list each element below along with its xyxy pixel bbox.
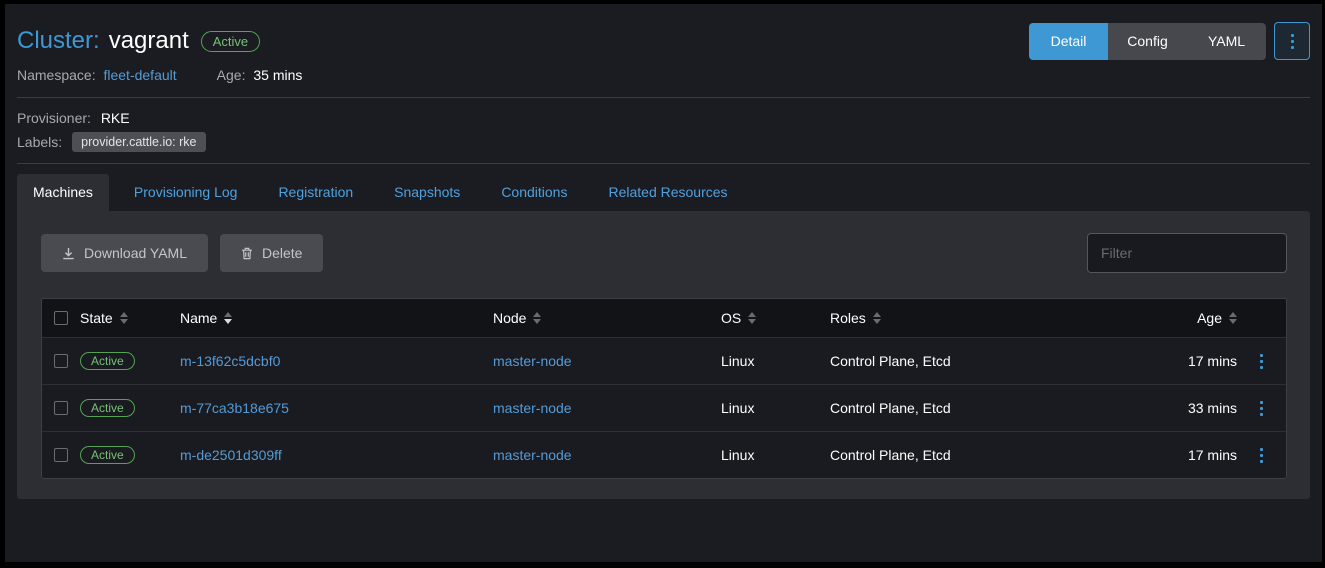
select-all-checkbox[interactable] — [54, 311, 68, 325]
page-title: Cluster: vagrant — [17, 27, 189, 55]
provisioner-row: Provisioner: RKE — [17, 110, 1310, 126]
column-header-age[interactable]: Age — [1120, 310, 1237, 326]
machine-roles: Control Plane, Etcd — [830, 353, 1120, 369]
cluster-detail-page: Cluster: vagrant Active Detail Config YA… — [5, 4, 1322, 562]
machine-name-link[interactable]: m-13f62c5dcbf0 — [180, 353, 280, 369]
table-row: Active m-13f62c5dcbf0 master-node Linux … — [42, 337, 1286, 384]
download-yaml-button[interactable]: Download YAML — [41, 234, 208, 272]
delete-button[interactable]: Delete — [220, 234, 323, 272]
os-column-label: OS — [721, 310, 741, 326]
row-actions-menu-button[interactable] — [1256, 350, 1267, 373]
node-column-label: Node — [493, 310, 526, 326]
config-view-button[interactable]: Config — [1108, 23, 1187, 60]
column-header-name[interactable]: Name — [180, 310, 493, 326]
provisioner-value: RKE — [101, 110, 130, 126]
machine-age: 17 mins — [1120, 447, 1237, 463]
row-checkbox[interactable] — [54, 354, 68, 368]
detail-view-button[interactable]: Detail — [1029, 23, 1108, 60]
table-row: Active m-77ca3b18e675 master-node Linux … — [42, 384, 1286, 431]
sort-icon — [224, 312, 232, 324]
namespace-pair: Namespace: fleet-default — [17, 67, 177, 83]
masthead-subtitle: Namespace: fleet-default Age: 35 mins — [17, 67, 1310, 83]
sort-icon — [533, 312, 541, 324]
machines-table: State Name Node OS Roles — [41, 298, 1287, 479]
row-checkbox[interactable] — [54, 401, 68, 415]
node-link[interactable]: master-node — [493, 447, 572, 463]
resource-name: vagrant — [109, 27, 189, 55]
masthead: Cluster: vagrant Active Detail Config YA… — [17, 16, 1310, 60]
row-checkbox[interactable] — [54, 448, 68, 462]
roles-column-label: Roles — [830, 310, 866, 326]
state-column-label: State — [80, 310, 113, 326]
view-switcher: Detail Config YAML — [1029, 23, 1266, 60]
header-actions-menu-button[interactable] — [1274, 22, 1310, 60]
detail-tabs: Machines Provisioning Log Registration S… — [17, 174, 1310, 211]
row-actions-menu-button[interactable] — [1256, 397, 1267, 420]
machine-roles: Control Plane, Etcd — [830, 400, 1120, 416]
vertical-dots-icon — [1260, 448, 1263, 463]
sort-icon — [748, 312, 756, 324]
table-toolbar: Download YAML Delete — [41, 233, 1287, 273]
header-actions: Detail Config YAML — [1029, 22, 1310, 60]
status-badge: Active — [201, 31, 260, 52]
machine-age: 17 mins — [1120, 353, 1237, 369]
namespace-label: Namespace: — [17, 67, 96, 83]
machine-os: Linux — [721, 400, 830, 416]
table-row: Active m-de2501d309ff master-node Linux … — [42, 431, 1286, 478]
namespace-link[interactable]: fleet-default — [103, 67, 176, 83]
sort-icon — [873, 312, 881, 324]
tab-provisioning-log[interactable]: Provisioning Log — [118, 174, 254, 211]
filter-input[interactable] — [1087, 233, 1287, 273]
tab-registration[interactable]: Registration — [262, 174, 369, 211]
masthead-divider — [17, 97, 1310, 98]
column-header-roles[interactable]: Roles — [830, 310, 1120, 326]
provisioner-label: Provisioner: — [17, 110, 91, 126]
tab-related-resources[interactable]: Related Resources — [592, 174, 743, 211]
sort-icon — [120, 312, 128, 324]
vertical-dots-icon — [1291, 34, 1294, 49]
machine-name-link[interactable]: m-de2501d309ff — [180, 447, 282, 463]
age-pair: Age: 35 mins — [217, 67, 303, 83]
node-link[interactable]: master-node — [493, 400, 572, 416]
yaml-view-button[interactable]: YAML — [1187, 23, 1266, 60]
age-value: 35 mins — [253, 67, 302, 83]
column-header-os[interactable]: OS — [721, 310, 830, 326]
select-all-cell — [42, 311, 80, 325]
labels-label: Labels: — [17, 134, 62, 150]
age-column-label: Age — [1197, 310, 1222, 326]
vertical-dots-icon — [1260, 401, 1263, 416]
download-yaml-label: Download YAML — [84, 245, 187, 261]
tabs-divider — [17, 163, 1310, 164]
resource-kind-label: Cluster: — [17, 27, 100, 55]
tab-conditions[interactable]: Conditions — [485, 174, 583, 211]
sort-icon — [1229, 312, 1237, 324]
tab-machines[interactable]: Machines — [17, 174, 109, 211]
vertical-dots-icon — [1260, 354, 1263, 369]
delete-label: Delete — [262, 245, 302, 261]
labels-row: Labels: provider.cattle.io: rke — [17, 132, 1310, 152]
node-link[interactable]: master-node — [493, 353, 572, 369]
machines-tab-panel: Download YAML Delete State — [17, 211, 1310, 499]
machine-state-badge: Active — [80, 399, 135, 417]
machine-roles: Control Plane, Etcd — [830, 447, 1120, 463]
machine-os: Linux — [721, 447, 830, 463]
name-column-label: Name — [180, 310, 217, 326]
machine-age: 33 mins — [1120, 400, 1237, 416]
column-header-node[interactable]: Node — [493, 310, 721, 326]
row-actions-menu-button[interactable] — [1256, 444, 1267, 467]
table-header-row: State Name Node OS Roles — [42, 299, 1286, 337]
machine-state-badge: Active — [80, 352, 135, 370]
tab-snapshots[interactable]: Snapshots — [378, 174, 476, 211]
age-label: Age: — [217, 67, 246, 83]
label-chip: provider.cattle.io: rke — [72, 132, 205, 152]
machine-name-link[interactable]: m-77ca3b18e675 — [180, 400, 289, 416]
trash-icon — [241, 247, 253, 260]
column-header-state[interactable]: State — [80, 310, 180, 326]
machine-os: Linux — [721, 353, 830, 369]
machine-state-badge: Active — [80, 446, 135, 464]
download-icon — [62, 247, 75, 260]
